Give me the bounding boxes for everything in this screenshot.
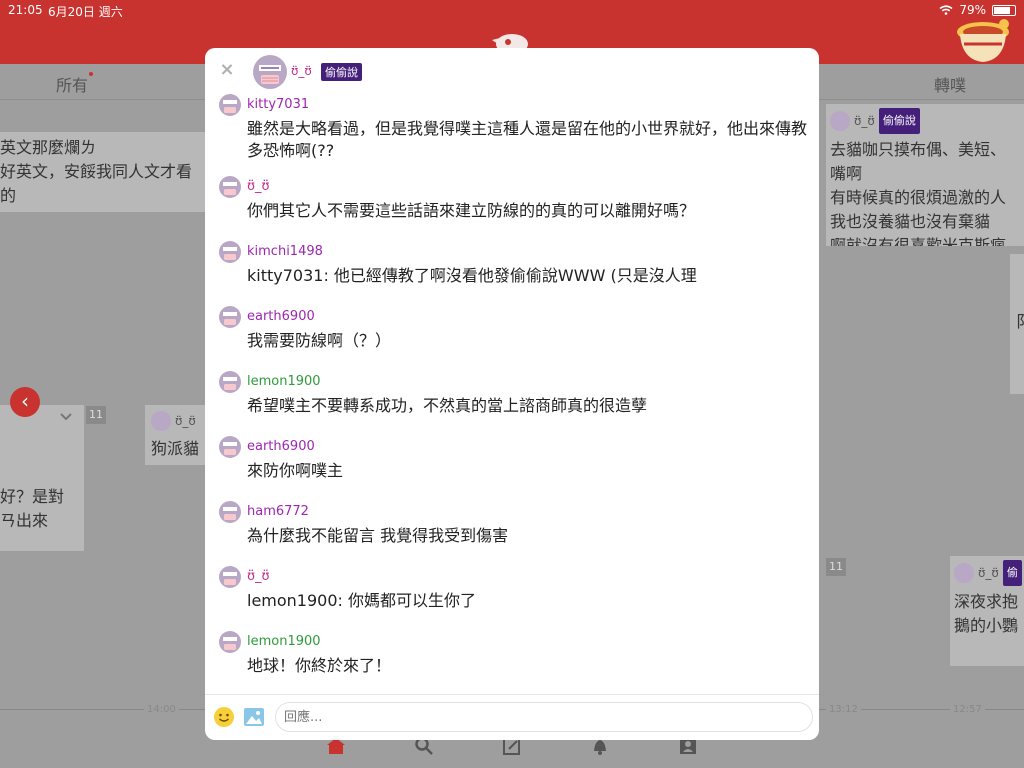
response-username[interactable]: ham6772 — [247, 504, 309, 519]
response-item: lemon1900 地球！你終於來了！ — [205, 631, 819, 694]
background-plurk-card[interactable]: 好？是對 ㄢ出來 — [0, 405, 84, 551]
response-text: 來防你啊噗主 — [247, 461, 344, 480]
response-text: 雖然是大略看過，但是我覺得噗主這種人還是留在他的小世界就好，他出來傳教多恐怖啊(… — [247, 119, 808, 160]
response-text: 你們其它人不需要這些話語來建立防線的的真的可以離開好嗎？ — [247, 201, 696, 220]
response-text: 地球！你終於來了！ — [247, 656, 392, 675]
plurk-username: ʊ̈_ʊ̈ — [854, 114, 875, 128]
plurk-text-line: ㄢ出來 — [0, 511, 49, 530]
avatar[interactable] — [219, 176, 241, 198]
background-plurk-card[interactable]: 英文那麼爛ㄌ 好英文，安餒我同人文才看的 — [0, 132, 205, 212]
plurk-text-line: 好？是對 — [0, 487, 65, 506]
avatar[interactable] — [219, 241, 241, 263]
status-date: 6月20日 週六 — [48, 5, 123, 19]
plurk-text-line: 去貓咖只摸布偶、美短、 — [830, 140, 1007, 159]
response-item: earth6900 來防你啊噗主 — [205, 436, 819, 501]
response-item: ʊ̈_ʊ̈ lemon1900: 你媽都可以生你了 — [205, 566, 819, 631]
plurk-text-line: 阝 — [1016, 310, 1024, 334]
emoticon-icon[interactable] — [213, 706, 235, 728]
response-username[interactable]: ʊ̈_ʊ̈ — [247, 179, 270, 194]
avatar[interactable] — [219, 566, 241, 588]
response-username[interactable]: lemon1900 — [247, 634, 321, 649]
status-time: 21:05 — [8, 3, 43, 17]
avatar[interactable] — [219, 501, 241, 523]
anonymous-badge: 偷 — [1002, 560, 1022, 586]
dialog-header: × ʊ̈_ʊ̈ 偷偷說 — [205, 48, 819, 94]
avatar — [151, 411, 171, 431]
avatar[interactable] — [253, 55, 287, 89]
background-plurk-card[interactable]: ʊ̈_ʊ̈ 狗派貓 — [145, 405, 205, 465]
response-username[interactable]: lemon1900 — [247, 374, 321, 389]
response-text: 我需要防線啊（？） — [247, 331, 392, 350]
background-plurk-card[interactable]: 阝 — [1010, 254, 1024, 394]
plurk-text-line: 啊就沒有很喜歡米克斯瘋 — [830, 236, 1007, 246]
plurk-text-line: 鵝的小鸚 — [954, 616, 1019, 635]
response-count-badge: 11 — [86, 406, 106, 424]
reply-input[interactable] — [275, 702, 813, 732]
response-item: ʊ̈_ʊ̈ 你們其它人不需要這些話語來建立防線的的真的可以離開好嗎？ — [205, 176, 819, 241]
timeline-time-label: 12:57 — [950, 704, 985, 715]
plurk-owner-name[interactable]: ʊ̈_ʊ̈ — [291, 64, 312, 78]
status-bar: 21:05 6月20日 週六 79% — [0, 0, 1024, 20]
response-text: 為什麼我不能留言 我覺得我受到傷害 — [247, 526, 509, 545]
response-username[interactable]: kitty7031 — [247, 97, 309, 112]
response-username[interactable]: ʊ̈_ʊ̈ — [247, 569, 270, 584]
plurk-text-line: 有時候真的很煩過激的人 — [830, 188, 1007, 207]
response-text: kitty7031: 他已經傳教了啊沒看他發偷偷說WWW (只是沒人理 — [247, 266, 697, 285]
response-username[interactable]: earth6900 — [247, 439, 315, 454]
background-plurk-card[interactable]: ʊ̈_ʊ̈ 偷 深夜求抱 鵝的小鸚 — [950, 556, 1024, 666]
response-username[interactable]: kimchi1498 — [247, 244, 323, 259]
avatar[interactable] — [219, 306, 241, 328]
response-username[interactable]: earth6900 — [247, 309, 315, 324]
plurk-text-line: 英文那麼爛ㄌ — [0, 138, 97, 157]
response-count-badge: 11 — [826, 558, 846, 576]
response-item: lemon1900 希望噗主不要轉系成功，不然真的當上諮商師真的很造孽 — [205, 371, 819, 436]
response-item: ham6772 為什麼我不能留言 我覺得我受到傷害 — [205, 501, 819, 566]
anonymous-badge: 偷偷說 — [878, 108, 920, 134]
timeline-time-label: 14:00 — [144, 704, 179, 715]
plurk-text-line: 好英文，安餒我同人文才看的 — [0, 162, 193, 205]
tab-replurk[interactable]: 轉噗 — [934, 72, 966, 96]
plurk-text-line: 我也沒養貓也沒有棄貓 — [830, 212, 991, 231]
chevron-down-icon[interactable] — [60, 412, 72, 422]
previous-page-button[interactable]: ‹ — [10, 387, 40, 417]
image-upload-icon[interactable] — [243, 707, 265, 727]
plurk-username: ʊ̈_ʊ̈ — [175, 414, 196, 428]
plurk-text-line: 嘴啊 — [830, 164, 863, 183]
reply-bar — [205, 694, 819, 740]
response-item: earth6900 我需要防線啊（？） — [205, 306, 819, 371]
plurk-text-line: 深夜求抱 — [954, 592, 1019, 611]
cup-avatar[interactable] — [950, 14, 1016, 64]
response-text: 希望噗主不要轉系成功，不然真的當上諮商師真的很造孽 — [247, 396, 648, 415]
close-icon[interactable]: × — [219, 61, 235, 79]
response-item: kimchi1498 kitty7031: 他已經傳教了啊沒看他發偷偷說WWW (… — [205, 241, 819, 306]
anonymous-badge: 偷偷說 — [321, 63, 362, 81]
response-list: kitty7031 雖然是大略看過，但是我覺得噗主這種人還是留在他的小世界就好，他… — [205, 94, 819, 694]
plurk-response-dialog: × ʊ̈_ʊ̈ 偷偷說 kitty7031 雖然是大略看過，但是我覺得噗主這種人還… — [205, 48, 819, 740]
avatar[interactable] — [219, 436, 241, 458]
plurk-text-line: 狗派貓 — [151, 439, 200, 458]
response-item: kitty7031 雖然是大略看過，但是我覺得噗主這種人還是留在他的小世界就好，他… — [205, 94, 819, 176]
unread-dot — [89, 72, 94, 76]
avatar[interactable] — [219, 94, 241, 116]
response-text: lemon1900: 你媽都可以生你了 — [247, 591, 477, 610]
plurk-username: ʊ̈_ʊ̈ — [978, 566, 999, 580]
avatar[interactable] — [219, 371, 241, 393]
tab-all[interactable]: 所有 — [56, 72, 94, 96]
avatar — [954, 563, 974, 583]
background-plurk-card[interactable]: ʊ̈_ʊ̈ 偷偷說 去貓咖只摸布偶、美短、 嘴啊 有時候真的很煩過激的人 我也沒養… — [826, 104, 1024, 246]
avatar — [830, 111, 850, 131]
avatar[interactable] — [219, 631, 241, 653]
timeline-time-label: 13:12 — [826, 704, 861, 715]
